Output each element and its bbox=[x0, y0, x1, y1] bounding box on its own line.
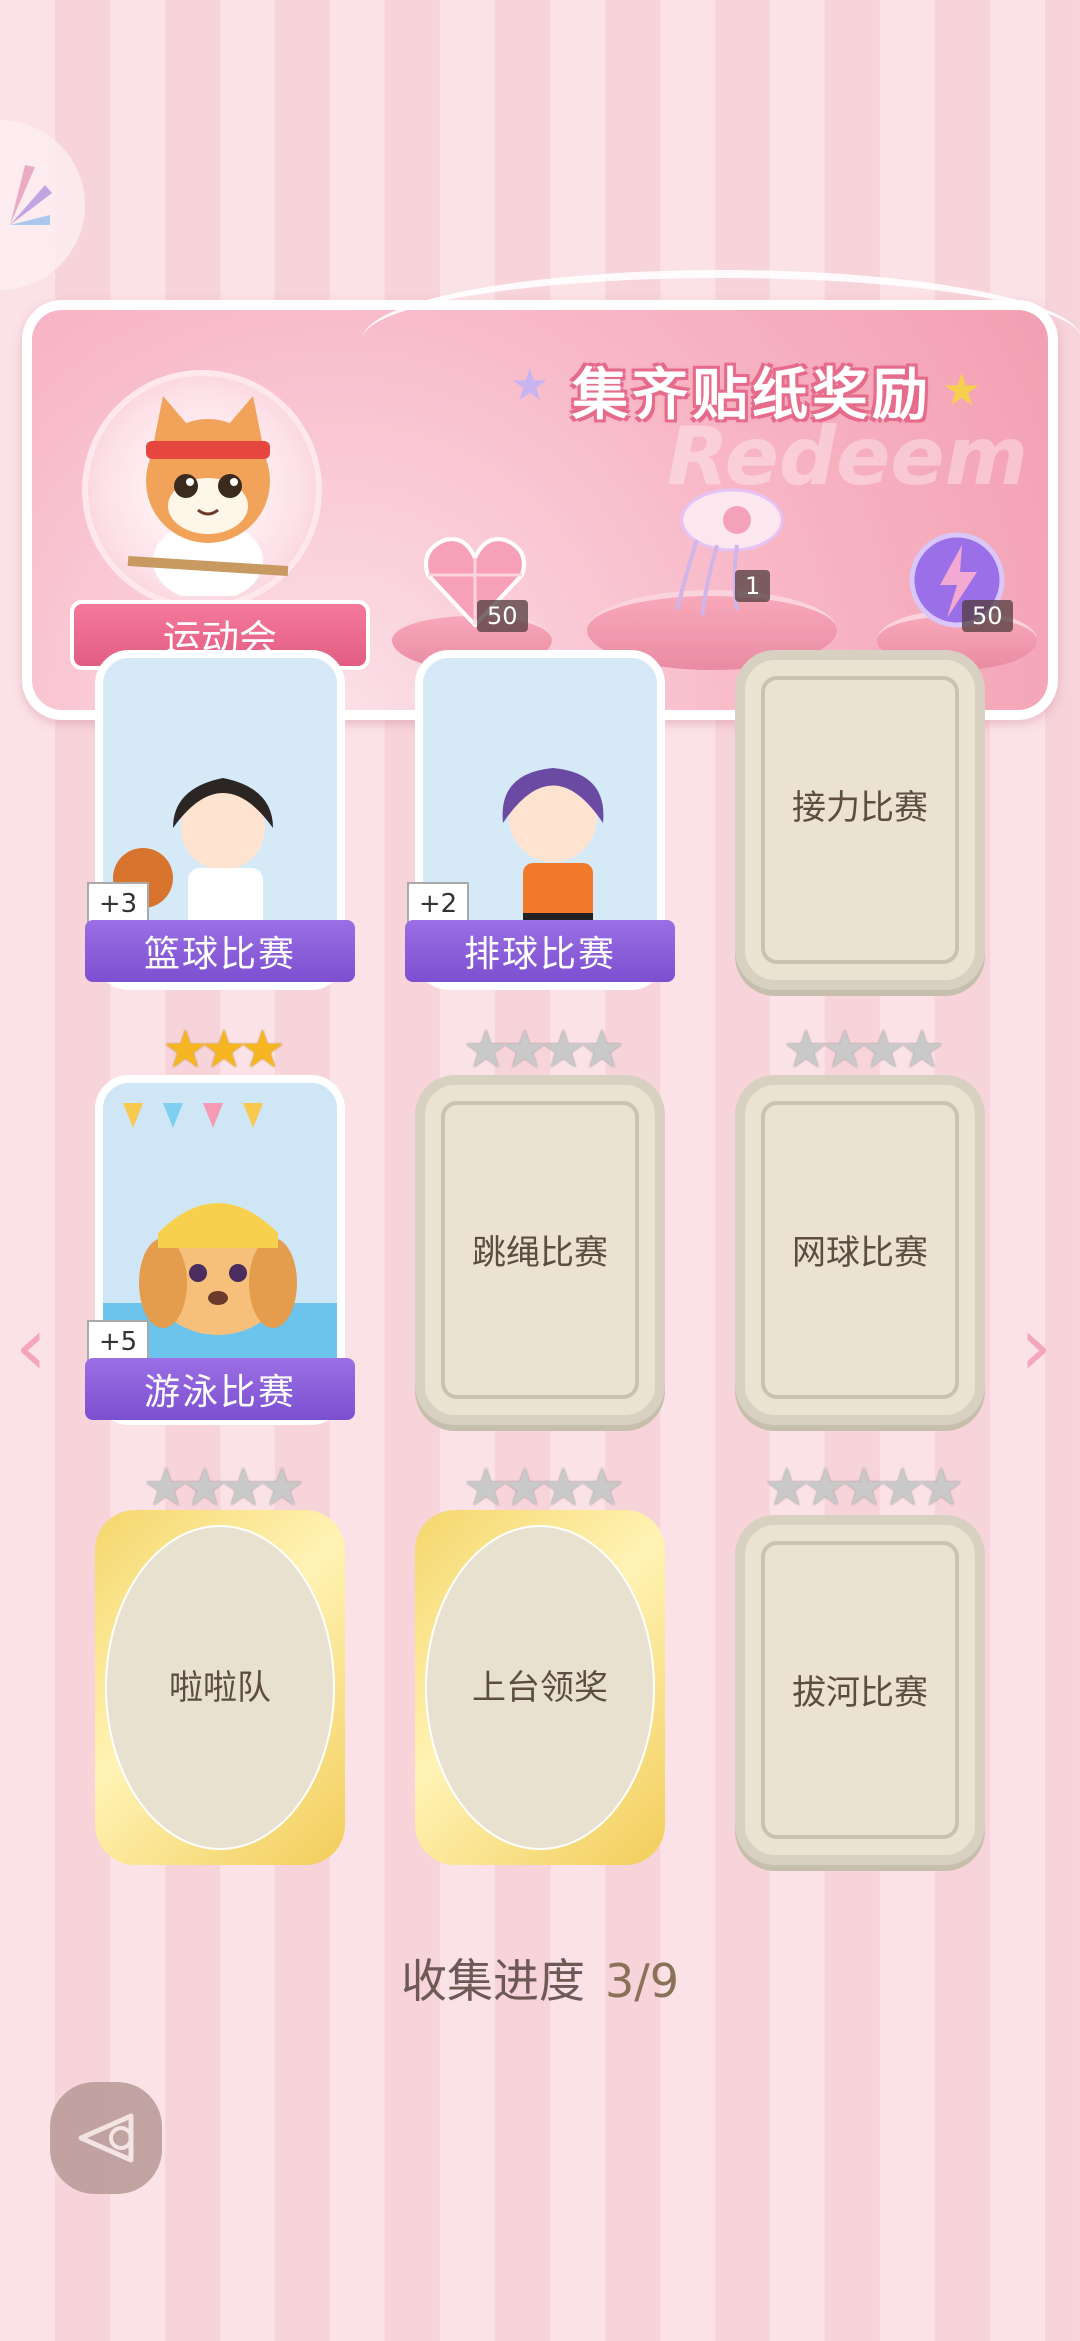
star-rating: ★★★★★ bbox=[763, 1458, 964, 1518]
card-label: 跳绳比赛 bbox=[472, 1233, 608, 1273]
progress-label: 收集进度 bbox=[400, 1954, 585, 2008]
reward-item-orb[interactable]: 50 bbox=[877, 530, 1037, 670]
reward-count: 50 bbox=[962, 600, 1013, 632]
event-avatar bbox=[82, 370, 322, 610]
sticker-card[interactable]: 啦啦队 bbox=[95, 1510, 345, 1865]
card-label: 拔河比赛 bbox=[792, 1673, 928, 1713]
star-deco-icon: ★ bbox=[942, 365, 982, 416]
reward-count: 1 bbox=[735, 570, 771, 602]
card-label: 网球比赛 bbox=[792, 1233, 928, 1273]
star-rating: ★★★★ bbox=[462, 1020, 625, 1080]
back-arrow-icon bbox=[78, 2113, 134, 2163]
progress-value: 3/9 bbox=[604, 1954, 680, 2008]
card-label: 啦啦队 bbox=[169, 1668, 271, 1708]
sticker-card[interactable]: 跳绳比赛 bbox=[415, 1075, 665, 1425]
star-rating: ★★★★ bbox=[462, 1458, 625, 1518]
fan-icon bbox=[10, 165, 52, 225]
collection-progress: 收集进度 3/9 bbox=[0, 1945, 1080, 2011]
back-button[interactable] bbox=[50, 2082, 162, 2194]
card-label: 上台领奖 bbox=[472, 1668, 608, 1708]
card-label: 接力比赛 bbox=[792, 788, 928, 828]
reward-item-heart[interactable]: 50 bbox=[392, 530, 552, 670]
sticker-card[interactable]: +2 排球比赛 bbox=[405, 650, 675, 990]
prev-page-arrow-icon[interactable]: ‹ bbox=[15, 1300, 47, 1393]
sticker-card[interactable]: +3 篮球比赛 bbox=[85, 650, 355, 990]
next-page-arrow-icon[interactable]: › bbox=[1020, 1300, 1052, 1393]
sticker-card[interactable]: 接力比赛 bbox=[735, 650, 985, 990]
sticker-card[interactable]: 上台领奖 bbox=[415, 1510, 665, 1865]
card-banner: 游泳比赛 bbox=[85, 1358, 355, 1420]
star-rating: ★★★ bbox=[162, 1020, 286, 1080]
star-rating: ★★★★ bbox=[142, 1458, 305, 1518]
star-rating: ★★★★ bbox=[782, 1020, 945, 1080]
reward-title: 集齐贴纸奖励 bbox=[572, 362, 932, 428]
card-banner: 篮球比赛 bbox=[85, 920, 355, 982]
reward-item-jellyfish[interactable]: 1 bbox=[587, 480, 837, 670]
sticker-card[interactable]: 网球比赛 bbox=[735, 1075, 985, 1425]
star-deco-icon: ★ bbox=[510, 360, 550, 411]
sticker-card[interactable]: +5 游泳比赛 bbox=[85, 1075, 355, 1425]
reward-count: 50 bbox=[477, 600, 528, 632]
cat-mascot-icon bbox=[127, 396, 289, 596]
card-banner: 排球比赛 bbox=[405, 920, 675, 982]
sticker-card[interactable]: 拔河比赛 bbox=[735, 1515, 985, 1865]
side-menu-tab[interactable] bbox=[0, 120, 85, 290]
